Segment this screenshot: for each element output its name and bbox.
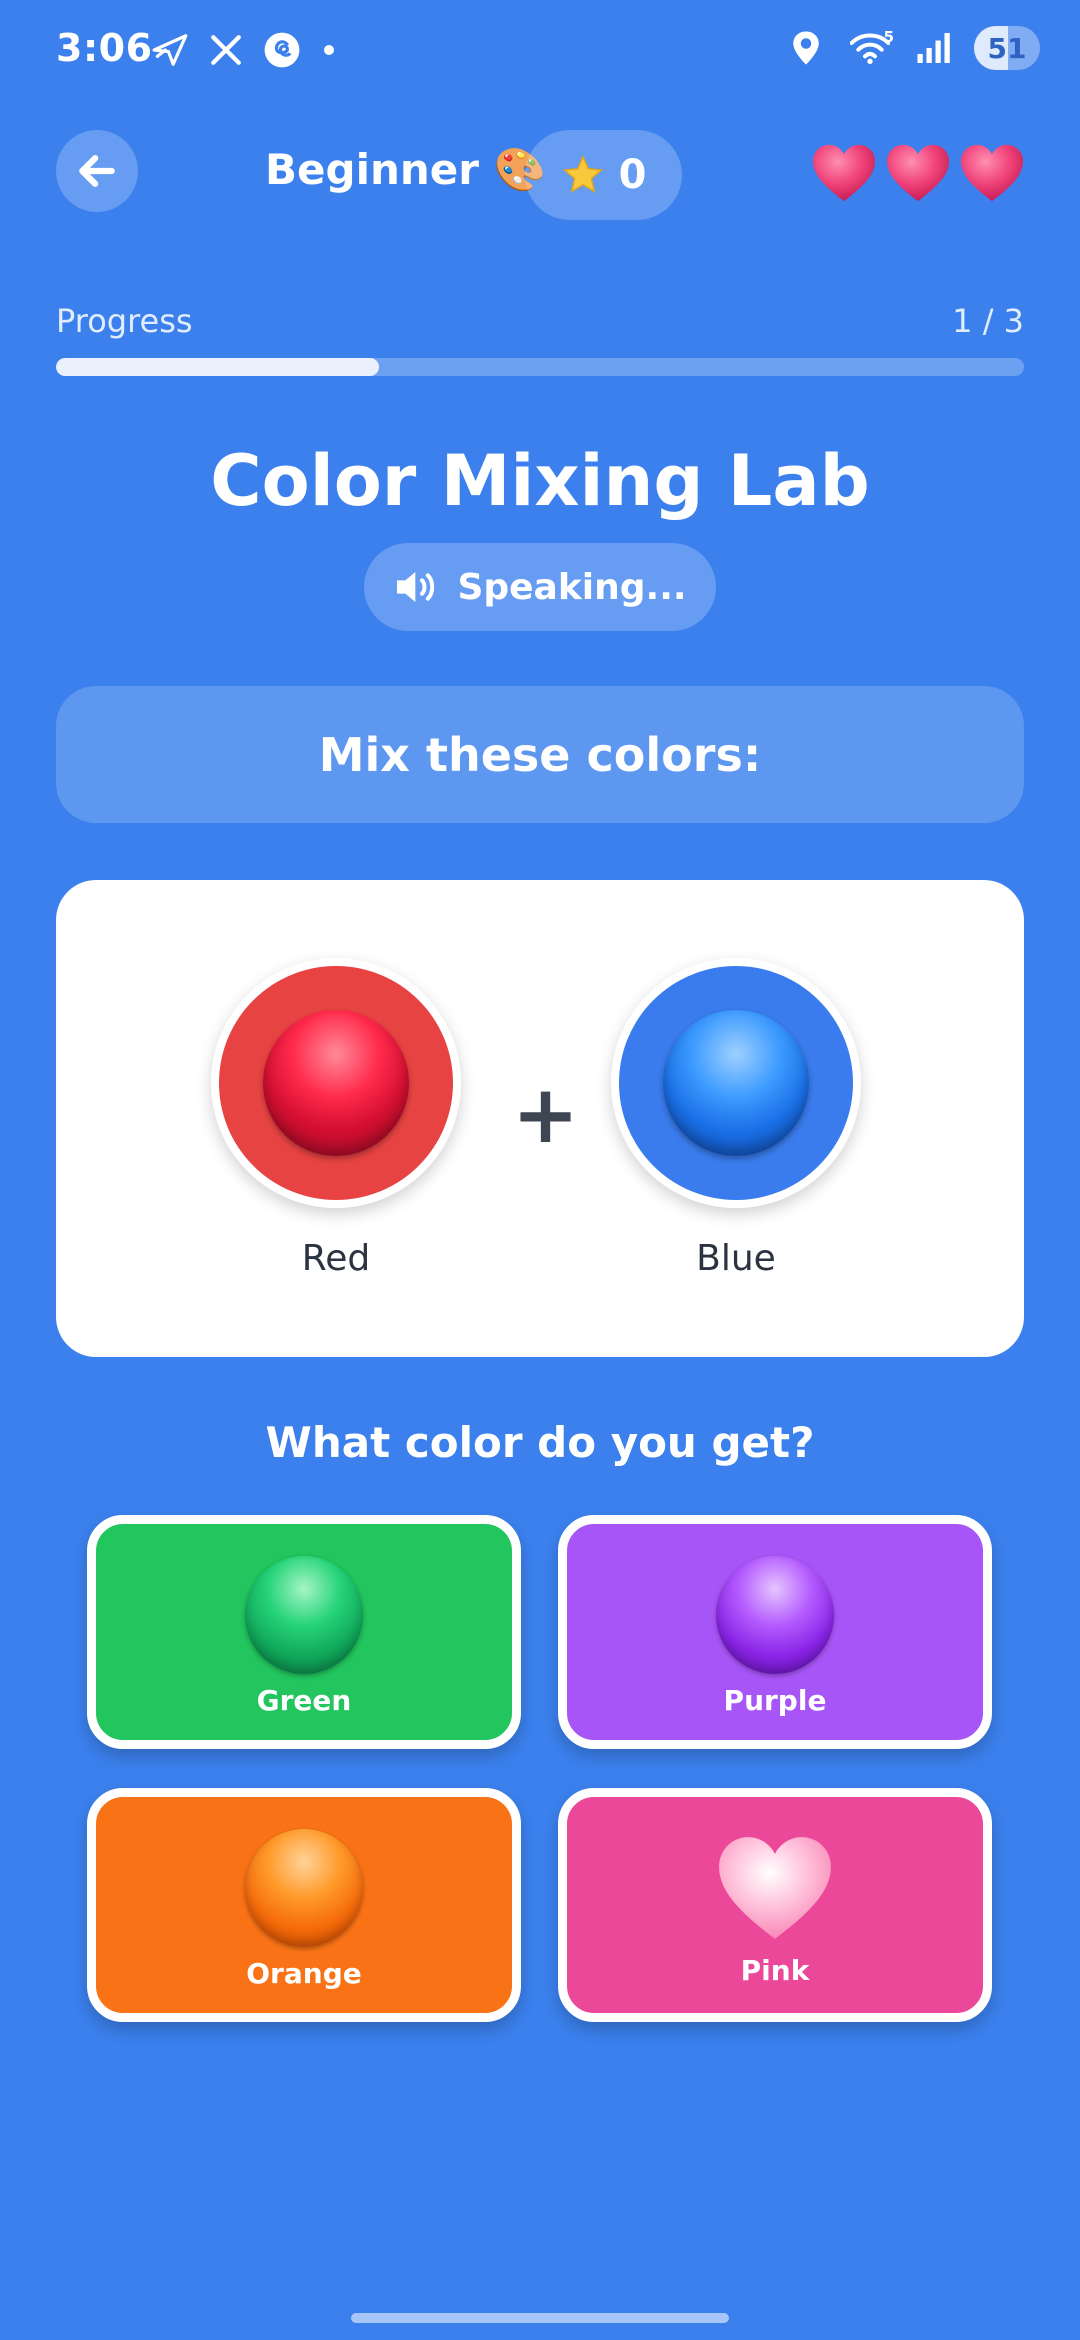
status-icons-left xyxy=(150,30,334,70)
option-green-button[interactable]: Green xyxy=(87,1515,521,1749)
speaking-button[interactable]: Speaking... xyxy=(364,543,716,631)
progress-label: Progress xyxy=(56,302,193,340)
home-indicator[interactable] xyxy=(351,2313,729,2323)
option-orange-button[interactable]: Orange xyxy=(87,1788,521,2022)
location-icon xyxy=(786,28,826,68)
progress-bar xyxy=(56,358,1024,376)
instruction-box: Mix these colors: xyxy=(56,686,1024,823)
question-text: What color do you get? xyxy=(265,1418,815,1467)
score-value: 0 xyxy=(618,152,647,198)
blue-ball-icon xyxy=(663,1010,809,1156)
status-time: 3:06 xyxy=(56,26,153,70)
threads-icon xyxy=(262,30,302,70)
progress-fill xyxy=(56,358,379,376)
green-ball-icon xyxy=(245,1555,363,1674)
battery-indicator: 51 xyxy=(974,26,1040,70)
speaker-icon xyxy=(397,572,435,602)
arrow-left-icon xyxy=(79,155,115,187)
status-bar: 3:06 5 51 xyxy=(0,0,1080,100)
heart-icon xyxy=(961,144,1023,202)
color-label-red: Red xyxy=(301,1238,371,1279)
option-label: Green xyxy=(256,1683,352,1717)
score-pill: 0 xyxy=(525,130,682,220)
color-label-blue: Blue xyxy=(696,1238,776,1279)
notification-dot-icon xyxy=(324,45,334,55)
progress-count: 1 / 3 xyxy=(952,302,1024,340)
plus-sign: + xyxy=(512,1068,580,1161)
orange-ball-icon xyxy=(245,1828,363,1947)
x-icon xyxy=(206,30,246,70)
heart-icon xyxy=(813,144,875,202)
purple-ball-icon xyxy=(716,1555,834,1674)
heart-icon xyxy=(887,144,949,202)
back-button[interactable] xyxy=(56,130,138,212)
status-icons-right: 5 51 xyxy=(786,26,1040,70)
lives xyxy=(810,142,1026,204)
option-label: Purple xyxy=(723,1683,827,1717)
wifi-badge: 5 xyxy=(883,28,894,46)
instruction-text: Mix these colors: xyxy=(318,727,762,782)
option-pink-button[interactable]: Pink xyxy=(558,1788,992,2022)
messenger-icon xyxy=(150,30,190,70)
mix-card: + Red Blue xyxy=(56,880,1024,1357)
signal-icon xyxy=(914,28,954,68)
option-label: Pink xyxy=(740,1953,810,1987)
color-circle-red xyxy=(211,958,461,1208)
speaking-text: Speaking... xyxy=(457,566,687,608)
star-icon xyxy=(562,154,603,194)
battery-text: 51 xyxy=(987,31,1027,65)
page-title: Color Mixing Lab xyxy=(210,440,870,522)
pink-heart-icon xyxy=(719,1836,831,1939)
screen: 3:06 5 51 Beginner 🎨 0 Progress 1 / 3 Co… xyxy=(0,0,1080,2340)
color-circle-blue xyxy=(611,958,861,1208)
option-purple-button[interactable]: Purple xyxy=(558,1515,992,1749)
option-label: Orange xyxy=(246,1956,362,1990)
level-title: Beginner 🎨 xyxy=(265,145,546,194)
wifi-icon: 5 xyxy=(846,28,894,68)
red-ball-icon xyxy=(263,1010,409,1156)
